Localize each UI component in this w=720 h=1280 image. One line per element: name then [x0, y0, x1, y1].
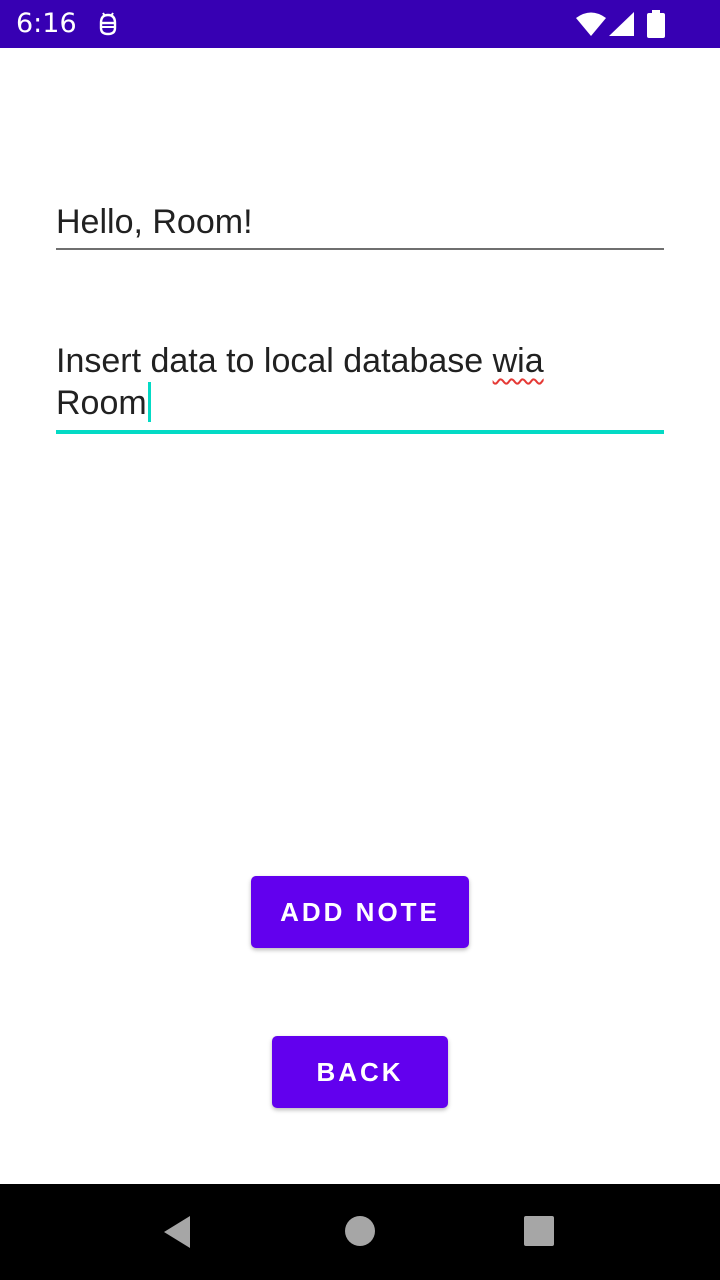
battery-icon	[647, 10, 665, 38]
description-text-start: Insert data to local database	[56, 342, 493, 380]
android-debug-icon	[99, 12, 117, 36]
add-note-button[interactable]: ADD NOTE	[251, 876, 469, 948]
text-cursor	[147, 382, 151, 422]
title-field-value: Hello, Room!	[56, 203, 253, 241]
status-bar: 6:16	[0, 0, 720, 48]
wifi-icon	[576, 12, 606, 36]
navigation-bar	[0, 1184, 720, 1280]
nav-recents-icon[interactable]	[524, 1216, 554, 1246]
back-button[interactable]: BACK	[272, 1036, 448, 1108]
title-field[interactable]: Hello, Room!	[56, 200, 664, 250]
nav-back-icon[interactable]	[160, 1214, 196, 1250]
misspelled-word[interactable]: wia	[493, 342, 544, 380]
cell-signal-icon	[609, 12, 634, 36]
description-text-end: Room	[56, 384, 147, 422]
nav-home-icon[interactable]	[344, 1215, 376, 1247]
description-field[interactable]: Insert data to local database wia Room	[56, 340, 664, 434]
status-time: 6:16	[16, 8, 77, 39]
description-field-value: Insert data to local database wia Room	[56, 340, 664, 424]
